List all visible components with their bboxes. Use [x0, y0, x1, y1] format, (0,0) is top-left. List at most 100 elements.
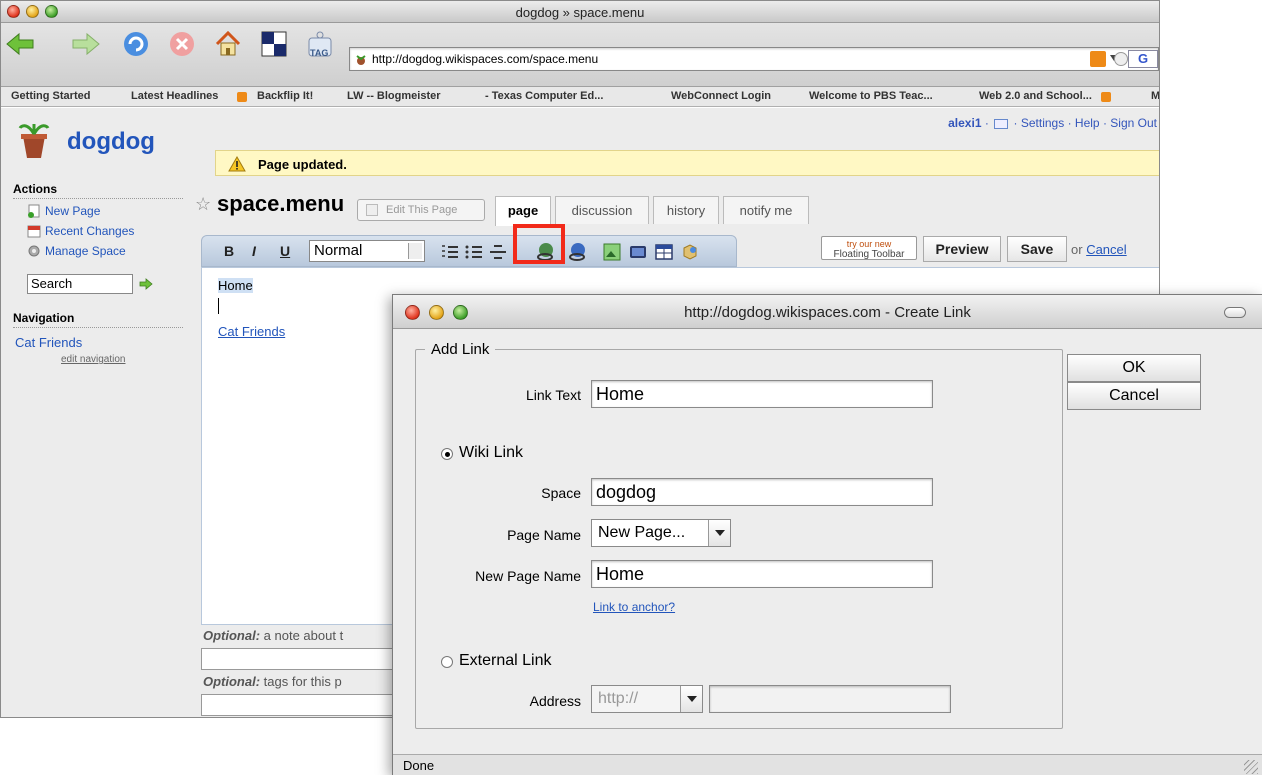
forward-button[interactable] [67, 29, 101, 59]
tags-input[interactable] [201, 694, 401, 716]
bookmark-item[interactable]: Latest Headlines [131, 90, 218, 102]
underline-button[interactable]: U [280, 243, 290, 259]
tag-button[interactable]: TAG [303, 29, 337, 59]
window-title: dogdog » space.menu [515, 5, 645, 20]
ok-button[interactable]: OK [1067, 354, 1201, 382]
address-protocol-select[interactable]: http:// [591, 685, 703, 713]
rss-feed-icon [1101, 92, 1111, 102]
new-page-link[interactable]: New Page [27, 204, 100, 218]
sign-out-link[interactable]: Sign Out [1110, 116, 1157, 130]
save-button[interactable]: Save [1007, 236, 1067, 262]
wiki-link-radio[interactable] [441, 448, 453, 460]
home-button[interactable] [211, 29, 245, 59]
external-link-radio[interactable] [441, 656, 453, 668]
search-engine-button[interactable]: G [1128, 50, 1158, 68]
home-icon [215, 30, 241, 56]
bookmark-item[interactable]: Getting Started [11, 90, 90, 102]
bookmark-item[interactable]: Welcome to PBS Teac... [809, 90, 933, 102]
tab-history[interactable]: history [653, 196, 719, 224]
status-text: Done [403, 758, 435, 773]
insert-image-icon[interactable] [602, 242, 622, 262]
add-link-legend: Add Link [425, 341, 496, 358]
stop-button[interactable] [165, 29, 199, 59]
bookmark-item[interactable]: LW -- Blogmeister [347, 90, 441, 102]
tab-notify-me[interactable]: notify me [723, 196, 809, 224]
back-button[interactable] [5, 29, 39, 59]
bookmark-item[interactable]: - Texas Computer Ed... [485, 90, 603, 102]
address-input[interactable] [709, 685, 951, 713]
bullet-list-icon[interactable] [464, 242, 484, 262]
tags-label: Optional: tags for this p [203, 674, 342, 689]
insert-video-icon[interactable] [628, 242, 648, 262]
actions-heading: Actions [13, 182, 58, 196]
new-page-name-input[interactable]: Home [591, 560, 933, 588]
bookmark-item[interactable]: M [1151, 90, 1159, 102]
notice-banner: Page updated. [215, 150, 1159, 176]
text-caret [218, 298, 219, 314]
site-name[interactable]: dogdog [67, 128, 155, 156]
format-value: Normal [314, 242, 363, 259]
reload-button[interactable] [119, 29, 153, 59]
url-bar[interactable]: http://dogdog.wikispaces.com/space.menu … [349, 47, 1159, 71]
tab-page[interactable]: page [495, 196, 551, 226]
format-select[interactable]: Normal [309, 240, 425, 262]
new-page-label: New Page [45, 204, 101, 218]
recent-changes-link[interactable]: Recent Changes [27, 224, 134, 238]
go-circle-icon[interactable] [1114, 52, 1128, 66]
space-label: Space [541, 485, 581, 501]
link-text-input[interactable]: Home [591, 380, 933, 408]
rss-feed-icon[interactable] [1090, 51, 1106, 67]
wiki-logo-icon [18, 124, 50, 158]
bookmark-item[interactable]: WebConnect Login [671, 90, 771, 102]
divider [13, 198, 183, 199]
settings-link[interactable]: Settings [1021, 116, 1064, 130]
bookmark-item[interactable]: Web 2.0 and School... [979, 90, 1092, 102]
bookmark-item[interactable]: Backflip It! [257, 90, 313, 102]
back-arrow-icon [6, 32, 34, 56]
editor-link-cat-friends[interactable]: Cat Friends [218, 324, 285, 339]
or-cancel: or Cancel [1071, 242, 1127, 257]
or-text: or [1071, 242, 1083, 257]
italic-button[interactable]: I [252, 243, 256, 259]
note-text: a note about t [263, 628, 344, 643]
editor-line-home: Home [218, 278, 253, 293]
preview-button[interactable]: Preview [923, 236, 1001, 262]
insert-external-link-icon[interactable] [568, 242, 588, 262]
star-icon[interactable]: ☆ [195, 194, 211, 215]
nav-item-cat-friends[interactable]: Cat Friends [15, 335, 82, 350]
resize-grip-icon[interactable] [1244, 760, 1258, 774]
grid-icon [261, 31, 287, 57]
dialog-titlebar: http://dogdog.wikispaces.com - Create Li… [393, 295, 1262, 329]
grid-button[interactable] [257, 29, 291, 59]
insert-table-icon[interactable] [654, 242, 674, 262]
bold-button[interactable]: B [224, 243, 234, 259]
cancel-link[interactable]: Cancel [1086, 242, 1126, 257]
username-link[interactable]: alexi1 [948, 116, 981, 130]
navigation-heading: Navigation [13, 311, 75, 325]
toolbar-toggle-button[interactable] [1224, 307, 1246, 318]
link-to-anchor-link[interactable]: Link to anchor? [593, 600, 675, 614]
help-link[interactable]: Help [1075, 116, 1100, 130]
space-input[interactable]: dogdog [591, 478, 933, 506]
search-input[interactable]: Search [27, 274, 133, 294]
stop-icon [170, 32, 194, 56]
go-arrow-icon[interactable] [139, 278, 153, 290]
wiki-link-label: Wiki Link [459, 444, 524, 461]
note-label: Optional: a note about t [203, 628, 343, 643]
edit-page-button[interactable]: Edit This Page [357, 199, 485, 221]
horizontal-rule-icon[interactable] [488, 242, 508, 262]
url-text: http://dogdog.wikispaces.com/space.menu [372, 52, 599, 66]
numbered-list-icon[interactable] [440, 242, 460, 262]
edit-navigation-link[interactable]: edit navigation [61, 354, 126, 365]
cancel-button[interactable]: Cancel [1067, 382, 1201, 410]
new-page-icon [28, 204, 40, 218]
mail-icon[interactable] [994, 118, 1009, 129]
manage-space-link[interactable]: Manage Space [27, 244, 126, 258]
floating-toolbar-button[interactable]: try our new Floating Toolbar [821, 236, 917, 260]
insert-widget-icon[interactable] [680, 242, 700, 262]
tab-discussion[interactable]: discussion [555, 196, 649, 224]
note-input[interactable] [201, 648, 401, 670]
separator: · [1067, 116, 1072, 130]
tag-label: TAG [310, 48, 329, 58]
page-name-select[interactable]: New Page... [591, 519, 731, 547]
